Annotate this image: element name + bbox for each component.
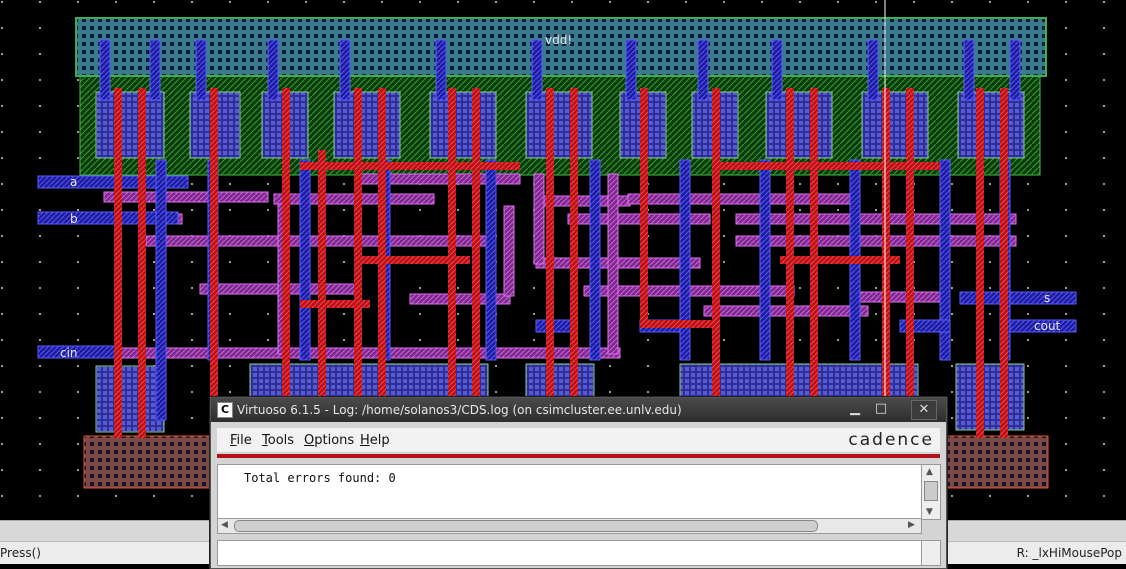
pin-cout[interactable]: cout (1034, 319, 1061, 333)
pin-cout-label: cout (1034, 319, 1061, 333)
maximize-button[interactable]: □ (871, 400, 891, 418)
maximize-icon: □ (874, 401, 888, 416)
scroll-left-icon[interactable]: ◀ (221, 520, 228, 530)
menu-tools-label: Tools (262, 433, 295, 448)
nmos-device[interactable] (95, 365, 165, 433)
menu-file-label: File (230, 433, 252, 448)
log-vertical-scroll-thumb[interactable] (924, 481, 938, 501)
pin-s[interactable]: s (1044, 291, 1050, 305)
vdd-rail[interactable] (75, 17, 1047, 77)
log-output-line: Total errors found: 0 (244, 471, 396, 485)
command-input-scrollbar[interactable] (921, 540, 941, 566)
pin-cin[interactable]: cin (60, 346, 78, 360)
status-mouse-right: R: _lxHiMousePop (1016, 546, 1122, 560)
pin-a-label: a (70, 175, 77, 189)
command-input[interactable] (217, 540, 922, 566)
status-mouse-left: Press() (0, 546, 41, 560)
pmos-device[interactable] (333, 91, 401, 159)
menu-options[interactable]: Options (304, 433, 354, 448)
pmos-device[interactable] (429, 91, 497, 159)
pin-b-label: b (70, 212, 78, 226)
scroll-up-icon[interactable]: ▲ (926, 467, 933, 477)
pmos-device[interactable] (957, 91, 1025, 159)
pmos-device[interactable] (95, 91, 165, 159)
menu-tools[interactable]: Tools (262, 433, 294, 448)
log-window-title: Virtuoso 6.1.5 - Log: /home/solanos3/CDS… (237, 403, 682, 417)
nmos-device[interactable] (955, 363, 1025, 431)
menu-options-label: Options (304, 433, 355, 448)
pmos-device[interactable] (525, 91, 593, 159)
log-vertical-scrollbar[interactable]: ▲ ▼ (921, 464, 941, 520)
virtuoso-app-icon[interactable]: C (217, 402, 233, 418)
brand-divider (217, 454, 940, 458)
close-button[interactable]: ✕ (911, 400, 937, 420)
log-window-titlebar[interactable]: C Virtuoso 6.1.5 - Log: /home/solanos3/C… (211, 398, 946, 422)
scroll-down-icon[interactable]: ▼ (926, 507, 933, 517)
pin-b[interactable]: b (70, 212, 78, 226)
pin-s-label: s (1044, 291, 1050, 305)
cadence-logo: cadence (848, 430, 934, 450)
log-window: C Virtuoso 6.1.5 - Log: /home/solanos3/C… (210, 397, 947, 569)
menu-help-label: Help (360, 433, 390, 448)
scroll-right-icon[interactable]: ▶ (908, 520, 915, 530)
log-output-area[interactable]: Total errors found: 0 (217, 464, 922, 520)
minimize-icon: ▁ (850, 401, 860, 416)
minimize-button[interactable]: ▁ (845, 400, 865, 418)
pmos-device[interactable] (765, 91, 833, 159)
log-horizontal-scroll-thumb[interactable] (234, 520, 818, 532)
pin-cin-label: cin (60, 346, 78, 360)
pmos-device[interactable] (861, 91, 929, 159)
vdd-pin-label: vdd! (545, 33, 572, 47)
menu-help[interactable]: Help (360, 433, 390, 448)
menu-file[interactable]: File (230, 433, 252, 448)
pin-a[interactable]: a (70, 175, 77, 189)
log-menubar: File Tools Options Help cadence (217, 428, 940, 452)
close-icon: ✕ (918, 402, 930, 417)
log-horizontal-scrollbar[interactable]: ◀ ▶ (217, 518, 922, 534)
